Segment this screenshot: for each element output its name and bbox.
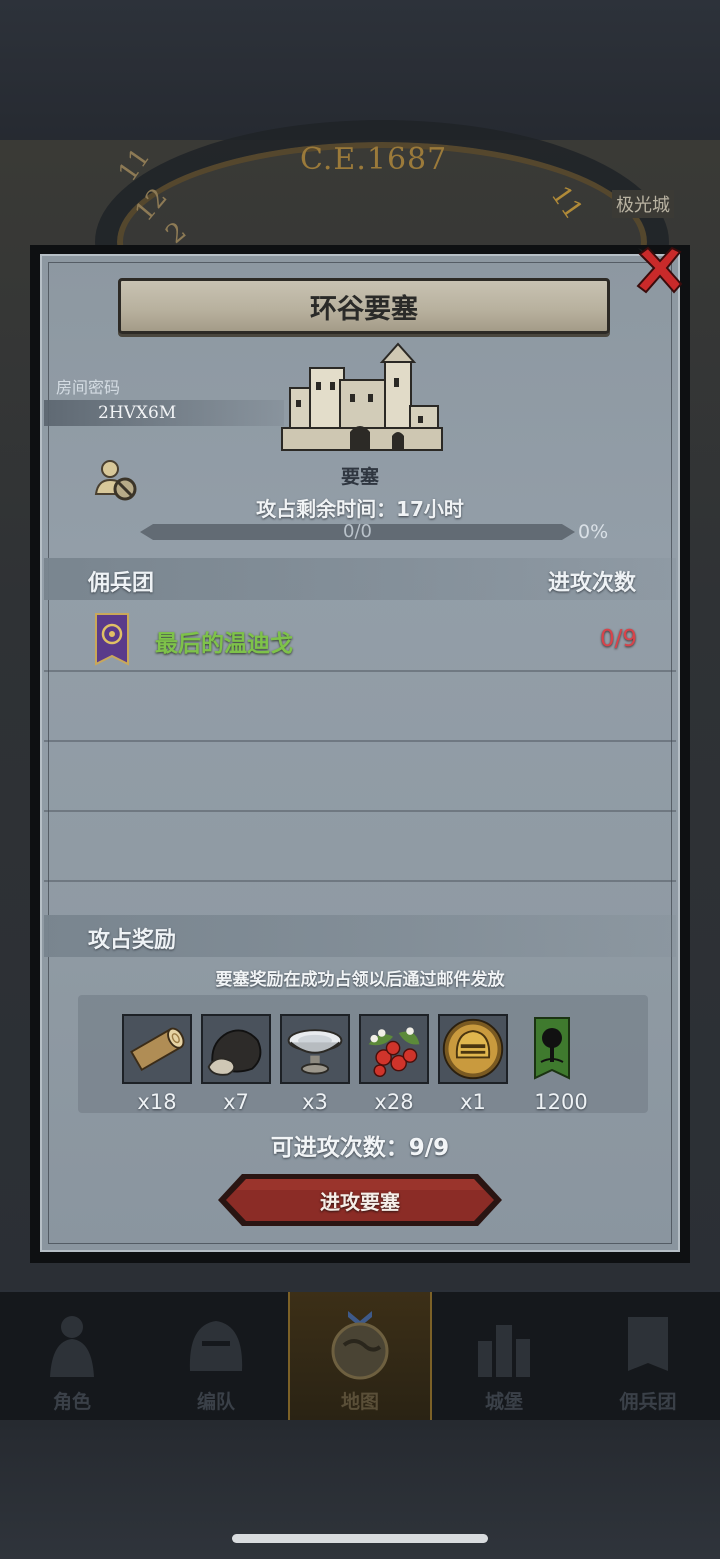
reward-slot[interactable]	[122, 1014, 192, 1084]
reward-slot[interactable]	[438, 1014, 508, 1084]
mercenary-icon	[628, 1317, 668, 1371]
reward-quantity: x1	[460, 1090, 486, 1114]
list-divider	[44, 740, 676, 742]
nav-label: 地图	[340, 1391, 379, 1413]
building-type-label: 要塞	[340, 466, 379, 488]
reward-slot[interactable]	[359, 1014, 429, 1084]
tree-banner-icon	[534, 1017, 570, 1080]
reward-slot[interactable]	[201, 1014, 271, 1084]
nav-item-mercenary[interactable]: 佣兵团	[576, 1292, 720, 1420]
map-globe-icon	[331, 1311, 389, 1380]
berries-icon	[361, 1016, 427, 1082]
helmet-icon	[189, 1321, 243, 1371]
nav-label: 编队	[196, 1391, 235, 1413]
nav-label: 城堡	[484, 1391, 523, 1413]
capture-progress-text: 0/0	[343, 521, 372, 542]
room-password-code[interactable]: 2HVX6M	[98, 403, 176, 423]
reward-quantity: x3	[302, 1090, 328, 1114]
nav-item-castle[interactable]: 城堡	[432, 1292, 576, 1420]
golden-helmet-icon	[440, 1016, 506, 1082]
nav-label: 佣兵团	[619, 1391, 677, 1413]
home-indicator[interactable]	[232, 1534, 488, 1543]
reward-quantity: x18	[137, 1090, 177, 1114]
reward-slot[interactable]	[517, 1014, 587, 1084]
reward-section-title: 攻占奖励	[88, 928, 177, 953]
list-divider	[44, 810, 676, 812]
attack-count-column-label: 进攻次数	[548, 571, 637, 596]
guild-name: 最后的温迪戈	[155, 631, 293, 657]
guild-banner-icon	[95, 613, 129, 666]
capture-progress-percent: 0%	[578, 521, 609, 543]
nav-item-character[interactable]: 角色	[0, 1292, 144, 1420]
wood-log-icon	[124, 1016, 190, 1082]
attacks-remaining: 可进攻次数：9/9	[270, 1135, 450, 1161]
top-backdrop	[0, 0, 720, 140]
attack-fortress-button[interactable]: 进攻要塞	[216, 1172, 504, 1228]
fortress-icon	[281, 342, 443, 451]
reward-slot[interactable]	[280, 1014, 350, 1084]
silver-bowl-icon	[282, 1016, 348, 1082]
list-divider	[44, 670, 676, 672]
nav-label: 角色	[52, 1391, 91, 1413]
time-remaining: 攻占剩余时间：17小时	[256, 497, 464, 521]
castle-icon	[478, 1325, 530, 1377]
close-button[interactable]	[634, 246, 684, 298]
room-password-label: 房间密码	[56, 378, 121, 397]
guild-attack-count: 0/9	[600, 626, 638, 652]
ore-rock-icon	[203, 1016, 269, 1082]
city-label[interactable]: 极光城	[612, 190, 674, 218]
reward-quantity: x28	[374, 1090, 414, 1114]
page-title: 环谷要塞	[310, 293, 418, 325]
close-x-icon	[636, 246, 683, 294]
reward-note: 要塞奖励在成功占领以后通过邮件发放	[215, 970, 505, 990]
nav-item-map[interactable]: 地图	[288, 1292, 432, 1420]
reward-quantity: 1200	[534, 1090, 588, 1114]
guild-row[interactable]	[44, 604, 676, 670]
knight-icon	[50, 1316, 94, 1377]
mercenary-section-title: 佣兵团	[88, 571, 155, 596]
list-divider	[44, 880, 676, 882]
era-label: C.E.1687	[300, 142, 448, 177]
nav-item-formation[interactable]: 编队	[144, 1292, 288, 1420]
attack-fortress-label: 进攻要塞	[320, 1189, 400, 1214]
title-banner: 环谷要塞	[118, 278, 610, 334]
reward-quantity: x7	[223, 1090, 249, 1114]
